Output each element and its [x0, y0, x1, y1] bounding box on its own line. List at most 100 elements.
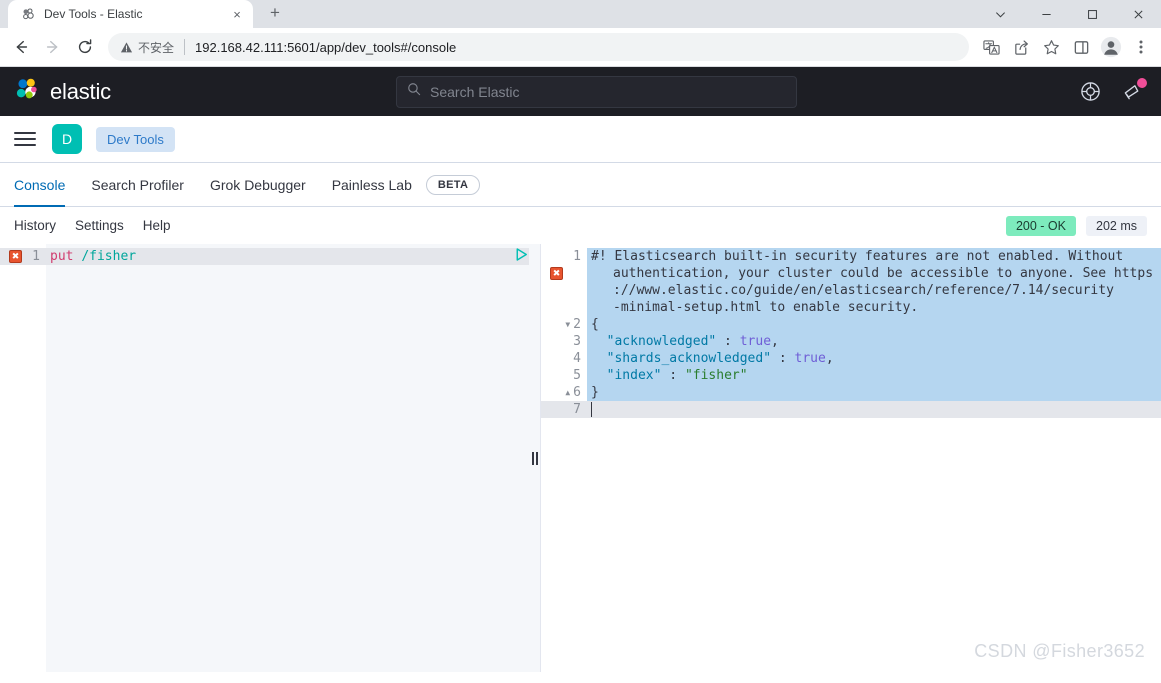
response-line-number-7: 7 — [573, 402, 581, 417]
side-panel-icon[interactable] — [1067, 33, 1095, 61]
response-gutter-row: 5 — [541, 367, 587, 384]
search-icon — [407, 82, 421, 101]
request-method: put — [50, 249, 74, 264]
response-gutter: 1 ✖ ▼ 2 3 4 5 ▲ 6 7 — [541, 244, 587, 672]
notification-badge-dot — [1137, 77, 1147, 88]
tab-console[interactable]: Console — [14, 163, 66, 207]
bookmark-star-icon[interactable] — [1037, 33, 1065, 61]
response-warning-line-2: authentication, your cluster could be ac… — [587, 265, 1161, 282]
json-value-shards-acknowledged: true — [794, 351, 826, 366]
elastic-brand[interactable]: elastic — [14, 76, 111, 108]
response-gutter-row: 1 — [541, 248, 587, 265]
editor-line-number: 1 — [32, 249, 40, 264]
json-colon: : — [716, 334, 740, 349]
watermark-text: CSDN @Fisher3652 — [974, 641, 1145, 661]
browser-tab-title: Dev Tools - Elastic — [44, 7, 143, 21]
header-actions — [1077, 77, 1147, 105]
request-editor-pane[interactable]: ✖ 1 put /fisher — [0, 244, 529, 672]
share-icon[interactable] — [1007, 33, 1035, 61]
tab-search-button[interactable] — [977, 0, 1023, 28]
elastic-global-header: elastic Search Elastic — [0, 67, 1161, 116]
kibana-nav-bar: D Dev Tools — [0, 116, 1161, 163]
response-line-number-1: 1 — [573, 249, 581, 264]
response-warning-line-3: ://www.elastic.co/guide/en/elasticsearch… — [587, 282, 1161, 299]
json-open-brace: { — [591, 317, 599, 332]
minimize-button[interactable] — [1023, 0, 1069, 28]
not-secure-indicator[interactable]: 不安全 — [120, 39, 174, 56]
back-button[interactable] — [6, 32, 36, 62]
pane-splitter[interactable] — [529, 244, 541, 672]
response-json-shards-acknowledged: "shards_acknowledged" : true, — [587, 350, 1161, 367]
close-tab-icon[interactable]: × — [229, 6, 245, 22]
response-json-acknowledged: "acknowledged" : true, — [587, 333, 1161, 350]
json-comma: , — [771, 334, 779, 349]
response-code-area[interactable]: #! Elasticsearch built-in security featu… — [587, 244, 1161, 672]
help-button[interactable]: Help — [143, 218, 171, 233]
error-marker-icon[interactable]: ✖ — [550, 267, 563, 280]
chrome-menu-icon[interactable] — [1127, 33, 1155, 61]
response-line-number-5: 5 — [573, 368, 581, 383]
editor-gutter: ✖ 1 — [0, 244, 46, 672]
error-marker-icon[interactable]: ✖ — [9, 250, 22, 263]
console-panes: ✖ 1 put /fisher 1 ✖ ▼ 2 3 4 5 ▲ 6 7 #! E… — [0, 244, 1161, 672]
settings-button[interactable]: Settings — [75, 218, 124, 233]
maximize-button[interactable] — [1069, 0, 1115, 28]
text-caret — [591, 402, 592, 417]
response-gutter-row — [541, 282, 587, 299]
status-badge: 200 - OK — [1005, 215, 1076, 236]
elastic-wordmark: elastic — [50, 78, 111, 104]
reload-button[interactable] — [70, 32, 100, 62]
address-bar[interactable]: 不安全 192.168.42.111:5601/app/dev_tools#/c… — [108, 33, 969, 61]
response-line-number-4: 4 — [573, 351, 581, 366]
hamburger-menu-icon[interactable] — [14, 127, 38, 151]
json-close-brace: } — [591, 385, 599, 400]
response-line-number-2: 2 — [573, 317, 581, 332]
fold-toggle-icon[interactable]: ▼ — [565, 320, 570, 329]
response-gutter-row: 4 — [541, 350, 587, 367]
editor-gutter-row: ✖ 1 — [0, 248, 46, 265]
close-window-button[interactable] — [1115, 0, 1161, 28]
response-pane[interactable]: 1 ✖ ▼ 2 3 4 5 ▲ 6 7 #! Elasticsearch bui… — [541, 244, 1161, 672]
omnibox-divider — [184, 39, 186, 55]
response-gutter-row: ▲ 6 — [541, 384, 587, 401]
json-comma: , — [825, 351, 834, 366]
browser-tab[interactable]: Dev Tools - Elastic × — [8, 0, 253, 28]
profile-avatar-icon[interactable] — [1097, 33, 1125, 61]
tab-painless-lab[interactable]: Painless Lab — [332, 163, 412, 207]
translate-icon[interactable] — [977, 33, 1005, 61]
response-gutter-row: ✖ — [541, 265, 587, 282]
json-colon: : — [661, 368, 685, 383]
json-value-acknowledged: true — [739, 334, 772, 349]
address-bar-url: 192.168.42.111:5601/app/dev_tools#/conso… — [195, 39, 457, 55]
fold-toggle-icon[interactable]: ▲ — [565, 388, 570, 397]
window-controls — [977, 0, 1161, 28]
elastic-favicon-icon — [20, 6, 36, 22]
send-request-play-icon[interactable] — [512, 246, 529, 264]
breadcrumb-dev-tools[interactable]: Dev Tools — [96, 126, 175, 152]
global-search-input[interactable]: Search Elastic — [396, 75, 797, 108]
response-gutter-row — [541, 299, 587, 316]
response-cursor-line — [587, 401, 1161, 418]
not-secure-label: 不安全 — [138, 40, 175, 55]
response-line-number-3: 3 — [573, 334, 581, 349]
json-colon: : — [771, 351, 795, 366]
json-key-acknowledged: "acknowledged" — [606, 334, 717, 349]
request-code-area[interactable]: put /fisher — [46, 244, 529, 672]
history-button[interactable]: History — [14, 218, 56, 233]
elastic-logo-icon — [14, 76, 41, 108]
response-gutter-row: ▼ 2 — [541, 316, 587, 333]
help-circle-icon[interactable] — [1077, 79, 1103, 105]
response-warning-line-4: -minimal-setup.html to enable security. — [587, 299, 1161, 316]
response-time-badge: 202 ms — [1086, 215, 1147, 236]
forward-button[interactable] — [38, 32, 68, 62]
editor-action-buttons — [512, 244, 529, 265]
new-tab-button[interactable]: + — [261, 0, 289, 27]
tab-search-profiler[interactable]: Search Profiler — [91, 163, 184, 207]
tab-grok-debugger[interactable]: Grok Debugger — [210, 163, 306, 207]
json-value-index: "fisher" — [684, 368, 748, 383]
warning-triangle-icon — [120, 41, 133, 52]
news-megaphone-icon[interactable] — [1119, 77, 1147, 105]
response-gutter-row: 3 — [541, 333, 587, 350]
request-line-1: put /fisher — [46, 248, 529, 265]
response-gutter-row: 7 — [541, 401, 587, 418]
